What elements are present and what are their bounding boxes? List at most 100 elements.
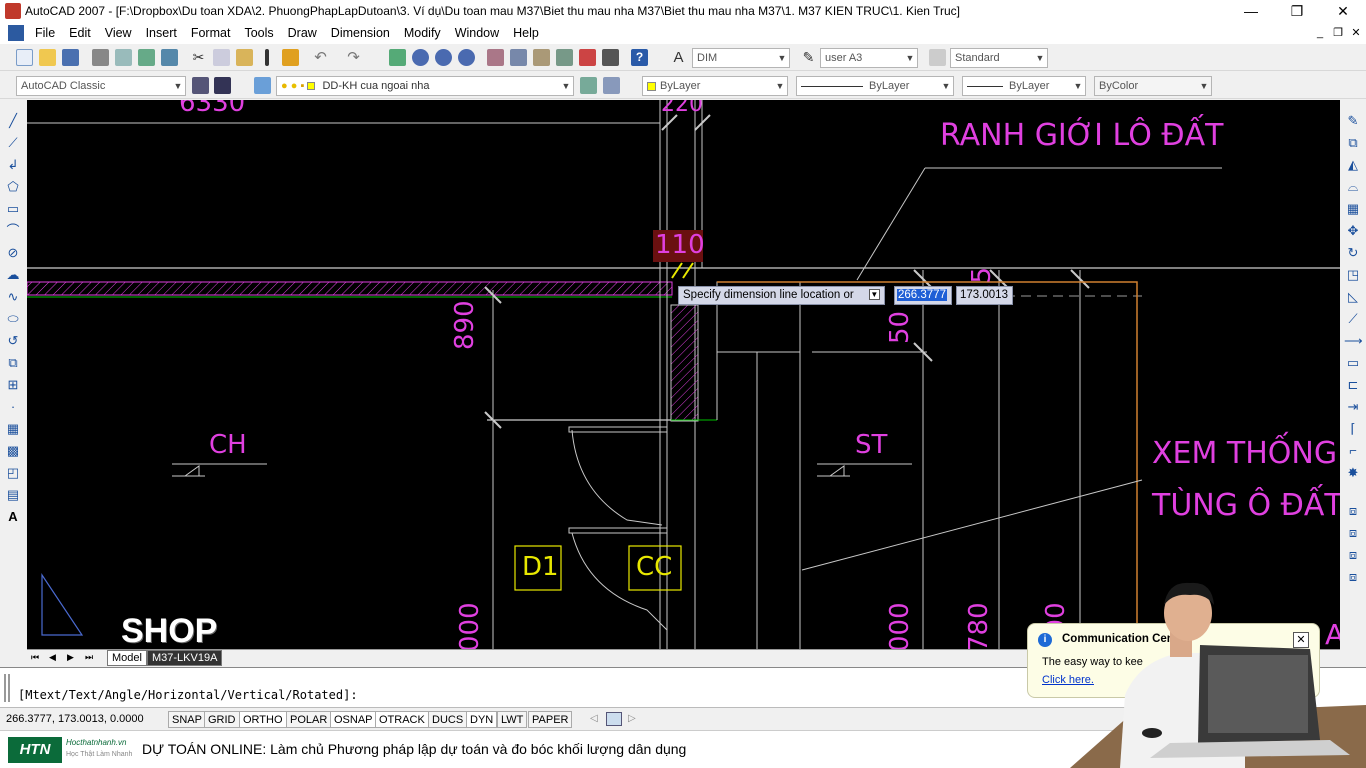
linetype-combo[interactable]: ByLayer ▼: [796, 76, 954, 96]
draworder-front-icon[interactable]: ⧈: [1344, 502, 1362, 520]
trim-icon[interactable]: ⟋: [1344, 310, 1362, 328]
hatch-icon[interactable]: ▦: [4, 420, 22, 438]
join-icon[interactable]: ⇥: [1344, 398, 1362, 416]
sheet-set-icon[interactable]: [556, 49, 573, 66]
menu-window[interactable]: Window: [448, 22, 506, 44]
autocad-app-icon[interactable]: [5, 3, 21, 19]
tab-model[interactable]: Model: [107, 650, 147, 666]
make-current-layer-icon[interactable]: [580, 77, 597, 94]
menu-file[interactable]: File: [28, 22, 62, 44]
menu-dimension[interactable]: Dimension: [324, 22, 397, 44]
move-icon[interactable]: ✥: [1344, 222, 1362, 240]
make-block-icon[interactable]: ⊞: [4, 376, 22, 394]
osnap-toggle[interactable]: OSNAP: [330, 711, 377, 728]
publish-icon[interactable]: [138, 49, 155, 66]
line-icon[interactable]: ╱: [4, 112, 22, 130]
offset-icon[interactable]: ⌓: [1344, 178, 1362, 196]
menu-view[interactable]: View: [98, 22, 139, 44]
doc-close-button[interactable]: ✕: [1346, 24, 1366, 42]
fillet-icon[interactable]: ⌐: [1344, 442, 1362, 460]
insert-block-icon[interactable]: ⧉: [4, 354, 22, 372]
save-workspace-icon[interactable]: [214, 77, 231, 94]
status-arrow-right-icon[interactable]: ▷: [628, 713, 636, 724]
extend-icon[interactable]: ⟶: [1344, 332, 1363, 350]
chamfer-icon[interactable]: ⌈: [1344, 420, 1362, 438]
polyline-icon[interactable]: ↲: [4, 156, 22, 174]
calculator-icon[interactable]: [602, 49, 619, 66]
doc-restore-button[interactable]: ❐: [1328, 24, 1348, 42]
dropdown-arrow-icon[interactable]: ▼: [868, 289, 880, 301]
stretch-icon[interactable]: ◺: [1344, 288, 1362, 306]
spline-icon[interactable]: ∿: [4, 288, 22, 306]
undo-icon[interactable]: ↶: [312, 49, 329, 66]
layer-manager-icon[interactable]: [254, 77, 271, 94]
ellipse-icon[interactable]: ⬭: [4, 310, 22, 328]
menu-format[interactable]: Format: [184, 22, 238, 44]
snap-toggle[interactable]: SNAP: [168, 711, 206, 728]
point-icon[interactable]: ·: [4, 398, 22, 416]
menu-insert[interactable]: Insert: [139, 22, 184, 44]
menu-draw[interactable]: Draw: [281, 22, 324, 44]
draworder-back-icon[interactable]: ⧈: [1344, 524, 1362, 542]
layer-previous-icon[interactable]: [603, 77, 620, 94]
menu-help[interactable]: Help: [506, 22, 546, 44]
coordinate-readout[interactable]: 266.3777, 173.0013, 0.0000: [3, 711, 163, 728]
next-tab-icon[interactable]: ▶: [67, 652, 74, 663]
redo-icon[interactable]: ↷: [345, 49, 362, 66]
menu-modify[interactable]: Modify: [397, 22, 448, 44]
save-icon[interactable]: [62, 49, 79, 66]
explode-icon[interactable]: ✸: [1344, 464, 1362, 482]
markup-icon[interactable]: [579, 49, 596, 66]
polar-toggle[interactable]: POLAR: [286, 711, 332, 728]
construction-line-icon[interactable]: ⟋: [4, 134, 22, 152]
document-icon[interactable]: [8, 25, 24, 41]
break-at-point-icon[interactable]: ▭: [1344, 354, 1362, 372]
polygon-icon[interactable]: ⬠: [4, 178, 22, 196]
circle-icon[interactable]: ⊘: [4, 244, 22, 262]
rotate-icon[interactable]: ↻: [1344, 244, 1362, 262]
revision-cloud-icon[interactable]: ☁: [4, 266, 22, 284]
block-editor-icon[interactable]: [282, 49, 299, 66]
ortho-toggle[interactable]: ORTHO: [239, 711, 287, 728]
open-icon[interactable]: [39, 49, 56, 66]
last-tab-icon[interactable]: ⏭: [85, 652, 93, 663]
dimstyle-icon[interactable]: A: [670, 49, 687, 66]
plotstyle-combo[interactable]: ByColor ▼: [1094, 76, 1212, 96]
maximize-viewport-icon[interactable]: [606, 712, 622, 726]
otrack-toggle[interactable]: OTRACK: [375, 711, 429, 728]
gradient-icon[interactable]: ▩: [4, 442, 22, 460]
zoom-realtime-icon[interactable]: [412, 49, 429, 66]
scale-icon[interactable]: ◳: [1344, 266, 1362, 284]
textstyle-icon[interactable]: [929, 49, 946, 66]
properties-icon[interactable]: [487, 49, 504, 66]
layer-combo[interactable]: ● ● ▪ DD-KH cua ngoai nha ▼: [276, 76, 574, 96]
cut-icon[interactable]: ✂: [190, 49, 207, 66]
mirror-icon[interactable]: ◭: [1344, 156, 1362, 174]
preview-icon[interactable]: [115, 49, 132, 66]
table-icon[interactable]: ▤: [4, 486, 22, 504]
workspace-combo[interactable]: AutoCAD Classic ▼: [16, 76, 186, 96]
tab-layout[interactable]: M37-LKV19A: [147, 650, 223, 666]
close-button[interactable]: ✕: [1320, 0, 1366, 22]
lwt-toggle[interactable]: LWT: [497, 711, 528, 728]
restore-button[interactable]: ❐: [1274, 0, 1320, 22]
copy-object-icon[interactable]: ⧉: [1344, 134, 1362, 152]
design-center-icon[interactable]: [510, 49, 527, 66]
tablestyle-combo[interactable]: user A3 ▼: [820, 48, 918, 68]
textstyle-combo[interactable]: Standard ▼: [950, 48, 1048, 68]
dyn-toggle[interactable]: DYN: [466, 711, 498, 728]
dynamic-input-x[interactable]: 266.3777: [894, 286, 952, 305]
lineweight-combo[interactable]: ByLayer ▼: [962, 76, 1086, 96]
array-icon[interactable]: ▦: [1344, 200, 1362, 218]
first-tab-icon[interactable]: ⏮: [31, 652, 39, 663]
ducs-toggle[interactable]: DUCS: [428, 711, 468, 728]
erase-icon[interactable]: ✎: [1344, 112, 1362, 130]
doc-minimize-button[interactable]: _: [1310, 24, 1330, 42]
color-combo[interactable]: ByLayer ▼: [642, 76, 788, 96]
paste-icon[interactable]: [236, 49, 253, 66]
tool-palettes-icon[interactable]: [533, 49, 550, 66]
minimize-button[interactable]: —: [1228, 0, 1274, 22]
multiline-text-icon[interactable]: A: [4, 508, 22, 526]
region-icon[interactable]: ◰: [4, 464, 22, 482]
draworder-above-icon[interactable]: ⧈: [1344, 546, 1362, 564]
